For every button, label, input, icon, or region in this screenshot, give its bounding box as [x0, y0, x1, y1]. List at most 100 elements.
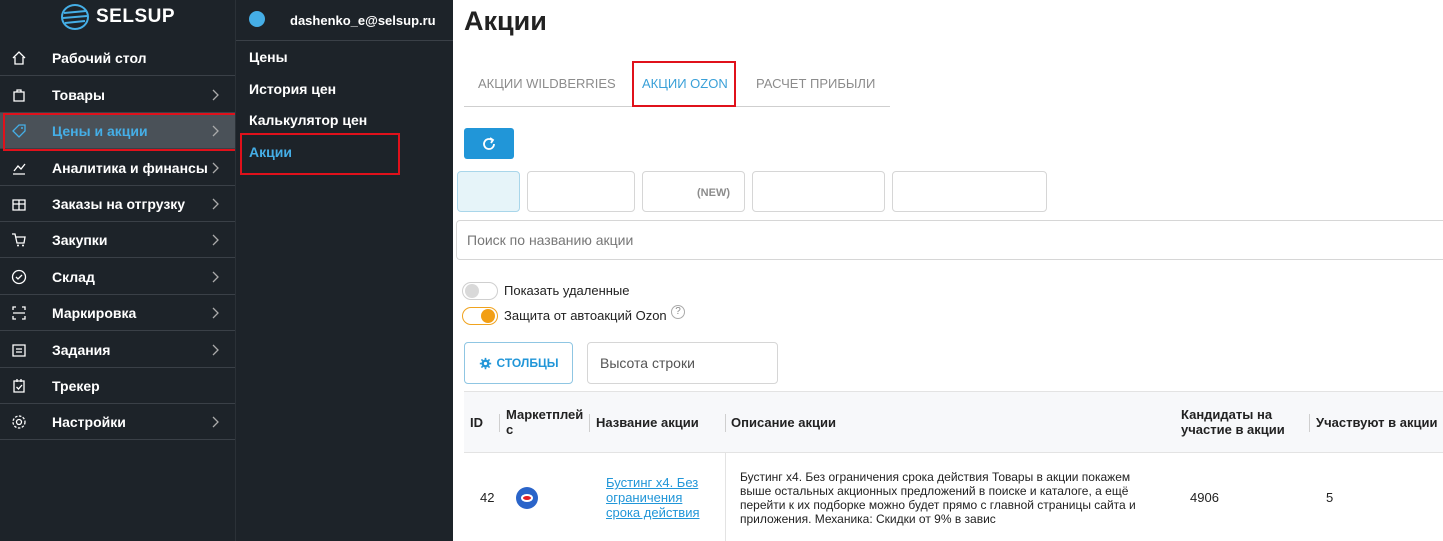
search-input[interactable] — [457, 221, 1443, 259]
sidebar-item-label: Аналитика и финансы — [52, 159, 208, 176]
description-line4: приложения. Механика: Скидки от 9% в зав… — [740, 512, 996, 526]
sidebar-item-orders[interactable]: Заказы на отгрузку — [0, 186, 235, 222]
chevron-right-icon — [212, 344, 219, 356]
header-description[interactable]: Описание акции — [731, 416, 836, 430]
gear-icon — [479, 357, 491, 369]
sidebar-item-analytics[interactable]: Аналитика и финансы — [0, 150, 235, 186]
promo-name-link-line2[interactable]: ограничения — [606, 491, 682, 505]
sidebar-item-label: Заказы на отгрузку — [52, 195, 186, 212]
header-id[interactable]: ID — [470, 416, 483, 430]
sidebar-item-tracker[interactable]: Трекер — [0, 368, 235, 404]
main-content: Акции АКЦИИ WILDBERRIES АКЦИИ OZON РАСЧЕ… — [453, 0, 1443, 541]
sidebar: SELSUP Рабочий стол Товары Цены и акции … — [0, 0, 235, 541]
search-box — [456, 220, 1443, 260]
sidebar-item-label: Маркировка — [52, 304, 137, 321]
submenu-panel: dashenko_e@selsup.ru Цены История цен Ка… — [235, 0, 454, 541]
filter-chip-1[interactable] — [457, 171, 520, 212]
selsup-logo-icon — [61, 4, 89, 30]
chevron-right-icon — [212, 162, 219, 174]
sidebar-item-label: Настройки — [52, 413, 126, 430]
sidebar-item-purchases[interactable]: Закупки — [0, 222, 235, 258]
tag-icon — [12, 124, 26, 138]
ozon-logo-icon — [516, 487, 538, 509]
chevron-right-icon — [212, 89, 219, 101]
user-icon — [249, 11, 265, 27]
sidebar-item-label: Рабочий стол — [52, 49, 147, 66]
filter-chip-new[interactable]: (NEW) — [642, 171, 745, 212]
help-icon[interactable]: ? — [671, 305, 685, 319]
sidebar-item-label: Трекер — [52, 377, 100, 394]
home-icon — [12, 51, 26, 65]
submenu-item-prices[interactable]: Цены — [249, 49, 288, 65]
cart-icon — [12, 233, 26, 247]
sidebar-item-products[interactable]: Товары — [0, 77, 235, 113]
header-candidates-line1[interactable]: Кандидаты на — [1181, 408, 1272, 422]
auto-promo-protection-label: Защита от автоакций Ozon — [504, 308, 667, 323]
table-header: ID Маркетплей с Название акции Описание … — [464, 391, 1443, 453]
logo-text: SELSUP — [96, 6, 176, 27]
column-separator[interactable] — [1309, 414, 1310, 432]
filter-chip-2[interactable] — [527, 171, 635, 212]
sidebar-item-warehouse[interactable]: Склад — [0, 259, 235, 295]
sidebar-item-label: Товары — [52, 86, 105, 103]
sidebar-item-prices-promotions[interactable]: Цены и акции — [0, 113, 235, 149]
tasks-icon — [12, 344, 26, 357]
chevron-right-icon — [212, 307, 219, 319]
chevron-right-icon — [212, 234, 219, 246]
tracker-icon — [13, 379, 25, 393]
header-promo-name[interactable]: Название акции — [596, 416, 699, 430]
cell-participating: 5 — [1326, 490, 1334, 505]
cell-id: 42 — [480, 490, 495, 505]
chevron-right-icon — [212, 198, 219, 210]
chevron-right-icon — [212, 125, 219, 137]
tab-wildberries[interactable]: АКЦИИ WILDBERRIES — [478, 76, 616, 91]
check-circle-icon — [11, 269, 27, 285]
promo-name-link-line3[interactable]: срока действия — [606, 506, 700, 520]
cell-candidates: 4906 — [1190, 490, 1219, 505]
tab-profit-calculation[interactable]: РАСЧЕТ ПРИБЫЛИ — [756, 76, 875, 91]
sidebar-item-tasks[interactable]: Задания — [0, 332, 235, 368]
gear-icon — [12, 415, 26, 429]
ozon-mark-icon — [521, 494, 533, 502]
tab-ozon[interactable]: АКЦИИ OZON — [642, 76, 728, 91]
chevron-right-icon — [212, 271, 219, 283]
description-line2: выше остальных акционных предложений в п… — [740, 484, 1129, 498]
header-candidates-line2: участие в акции — [1181, 422, 1285, 437]
row-height-input[interactable] — [588, 343, 777, 383]
row-height-field — [587, 342, 778, 384]
scan-icon — [12, 306, 26, 320]
auto-promo-protection-toggle[interactable] — [462, 307, 498, 325]
sidebar-item-label: Закупки — [52, 231, 108, 248]
sidebar-item-label: Склад — [52, 268, 95, 285]
user-email: dashenko_e@selsup.ru — [290, 13, 436, 28]
toggle-knob — [465, 284, 479, 298]
sidebar-item-dashboard[interactable]: Рабочий стол — [0, 40, 235, 76]
column-separator[interactable] — [499, 414, 500, 432]
sidebar-item-label: Задания — [52, 341, 111, 358]
submenu-item-promotions[interactable]: Акции — [249, 144, 292, 160]
show-deleted-toggle[interactable] — [462, 282, 498, 300]
submenu-item-price-calculator[interactable]: Калькулятор цен — [249, 112, 367, 128]
user-row[interactable]: dashenko_e@selsup.ru — [236, 0, 454, 41]
column-separator[interactable] — [725, 414, 726, 432]
filter-chip-4[interactable] — [752, 171, 885, 212]
description-line1: Бустинг x4. Без ограничения срока действ… — [740, 470, 1131, 484]
refresh-button[interactable] — [464, 128, 514, 159]
submenu-item-price-history[interactable]: История цен — [249, 81, 336, 97]
sidebar-item-marking[interactable]: Маркировка — [0, 295, 235, 331]
column-separator[interactable] — [589, 414, 590, 432]
filter-chip-label: (NEW) — [697, 187, 730, 199]
sidebar-item-label: Цены и акции — [52, 122, 148, 139]
logo[interactable]: SELSUP — [60, 3, 175, 31]
column-divider — [725, 453, 726, 541]
promo-name-link-line1[interactable]: Бустинг x4. Без — [606, 476, 698, 490]
filter-chip-5[interactable] — [892, 171, 1047, 212]
tab-bar: АКЦИИ WILDBERRIES АКЦИИ OZON РАСЧЕТ ПРИБ… — [464, 62, 890, 107]
header-marketplace-line1[interactable]: Маркетплей — [506, 408, 583, 422]
columns-button-label: СТОЛБЦЫ — [496, 356, 559, 370]
header-participating[interactable]: Участвуют в акции — [1316, 416, 1437, 430]
columns-button[interactable]: СТОЛБЦЫ — [464, 342, 573, 384]
table-row[interactable]: 42 Бустинг x4. Без ограничения срока дей… — [464, 453, 1443, 541]
show-deleted-label: Показать удаленные — [504, 283, 630, 298]
sidebar-item-settings[interactable]: Настройки — [0, 404, 235, 440]
